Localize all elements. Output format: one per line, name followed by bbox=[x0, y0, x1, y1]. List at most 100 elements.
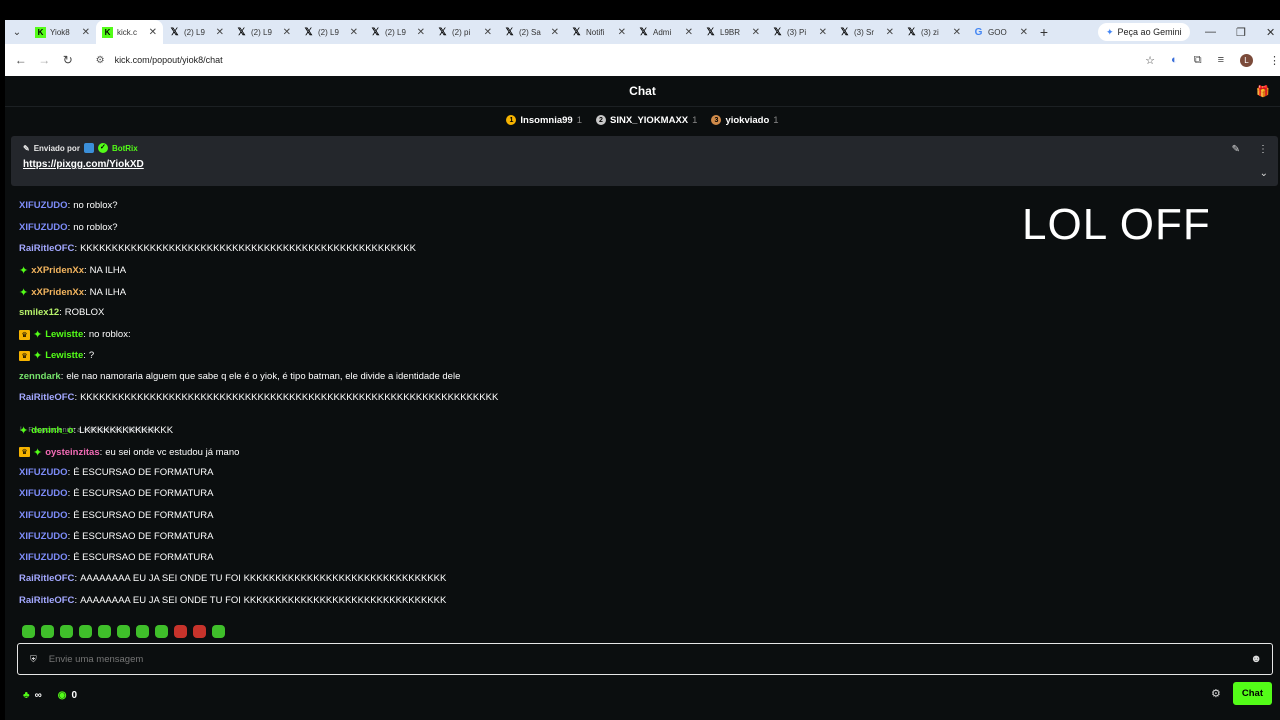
leaderboard-entry[interactable]: 2 SINX_YIOKMAXX 1 bbox=[596, 115, 697, 126]
settings-gear-icon[interactable]: ⚙ bbox=[1211, 687, 1221, 700]
browser-tab[interactable]: 𝕏 L9BR ✕ bbox=[699, 20, 766, 44]
message-text: É ESCURSAO DE FORMATURA bbox=[73, 530, 214, 542]
message-username[interactable]: zenndark bbox=[19, 371, 61, 382]
browser-tab[interactable]: 𝕏 (2) L9 ✕ bbox=[297, 20, 364, 44]
tab-close-icon[interactable]: ✕ bbox=[618, 27, 626, 38]
restore-icon[interactable]: ❐ bbox=[1236, 20, 1246, 44]
message-input-box[interactable]: ⛨ ☻ bbox=[17, 643, 1273, 675]
viewer-count[interactable]: ♣ ∞ bbox=[23, 690, 42, 701]
close-window-icon[interactable]: ✕ bbox=[1266, 20, 1275, 44]
emote-icon[interactable] bbox=[41, 625, 54, 638]
bookmark-star-icon[interactable]: ☆ bbox=[1145, 54, 1155, 67]
leaderboard-entry[interactable]: 3 yiokviado 1 bbox=[711, 115, 779, 126]
profile-avatar[interactable]: L bbox=[1239, 53, 1253, 67]
tab-close-icon[interactable]: ✕ bbox=[350, 27, 358, 38]
unpin-icon[interactable]: ✎ bbox=[1232, 144, 1240, 155]
browser-tab[interactable]: 𝕏 (2) Sa ✕ bbox=[498, 20, 565, 44]
message-username[interactable]: xXPridenXx bbox=[31, 287, 84, 298]
message-username[interactable]: deninh_o bbox=[31, 425, 73, 436]
tab-close-icon[interactable]: ✕ bbox=[551, 27, 559, 38]
browser-tab[interactable]: 𝕏 (3) Sr ✕ bbox=[833, 20, 900, 44]
message-username[interactable]: RaiRitleOFC bbox=[19, 392, 74, 403]
expand-chevron-icon[interactable]: ⌄ bbox=[1260, 168, 1268, 179]
message-username[interactable]: RaiRitleOFC bbox=[19, 243, 74, 254]
emote-icon[interactable] bbox=[174, 625, 187, 638]
og-badge-icon: ✦ bbox=[33, 446, 43, 459]
reload-icon[interactable]: ↻ bbox=[56, 53, 80, 67]
emote-icon[interactable] bbox=[155, 625, 168, 638]
tab-close-icon[interactable]: ✕ bbox=[752, 27, 760, 38]
message-username[interactable]: XIFUZUDO bbox=[19, 200, 68, 211]
browser-tab[interactable]: K Yiok8 ✕ bbox=[29, 20, 96, 44]
tab-close-icon[interactable]: ✕ bbox=[1020, 27, 1028, 38]
chat-rules-shield-icon[interactable]: ⛨ bbox=[30, 654, 37, 665]
gift-icon[interactable]: 🎁 bbox=[1256, 85, 1270, 98]
tab-close-icon[interactable]: ✕ bbox=[685, 27, 693, 38]
pinned-link[interactable]: https://pixgg.com/YiokXD bbox=[23, 159, 1266, 170]
forward-arrow-icon[interactable]: → bbox=[33, 53, 57, 67]
minimize-icon[interactable]: — bbox=[1205, 20, 1216, 44]
message-username[interactable]: RaiRitleOFC bbox=[19, 573, 74, 584]
emote-icon[interactable] bbox=[60, 625, 73, 638]
tab-close-icon[interactable]: ✕ bbox=[484, 27, 492, 38]
browser-tab[interactable]: 𝕏 (2) L9 ✕ bbox=[163, 20, 230, 44]
tab-close-icon[interactable]: ✕ bbox=[82, 27, 90, 38]
extensions-puzzle-icon[interactable]: ⧉ bbox=[1194, 54, 1202, 67]
message-username[interactable]: XIFUZUDO bbox=[19, 510, 68, 521]
send-chat-button[interactable]: Chat bbox=[1232, 682, 1272, 705]
message-username[interactable]: XIFUZUDO bbox=[19, 531, 68, 542]
emote-icon[interactable] bbox=[117, 625, 130, 638]
emote-icon[interactable] bbox=[193, 625, 206, 638]
message-username[interactable]: XIFUZUDO bbox=[19, 222, 68, 233]
tab-close-icon[interactable]: ✕ bbox=[283, 27, 291, 38]
leaderboard-entry[interactable]: 1 Insomnia99 1 bbox=[506, 115, 582, 126]
message-username[interactable]: XIFUZUDO bbox=[19, 188, 68, 190]
message-username[interactable]: xXPridenXx bbox=[31, 265, 84, 276]
message-username[interactable]: Lewistte bbox=[45, 350, 83, 361]
back-arrow-icon[interactable]: ← bbox=[9, 53, 33, 67]
message-username[interactable]: XIFUZUDO bbox=[19, 552, 68, 563]
message-username[interactable]: XIFUZUDO bbox=[19, 467, 68, 478]
media-control-icon[interactable]: ≡ bbox=[1218, 54, 1224, 66]
browser-tab[interactable]: G GOO ✕ bbox=[967, 20, 1034, 44]
tab-close-icon[interactable]: ✕ bbox=[953, 27, 961, 38]
emoji-picker-icon[interactable]: ☻ bbox=[1250, 653, 1262, 665]
browser-tab[interactable]: 𝕏 (2) L9 ✕ bbox=[364, 20, 431, 44]
tab-search-chevron-icon[interactable]: ⌄ bbox=[5, 20, 29, 44]
tab-close-icon[interactable]: ✕ bbox=[417, 27, 425, 38]
message-username[interactable]: Lewistte bbox=[45, 329, 83, 340]
message-username[interactable]: XIFUZUDO bbox=[19, 488, 68, 499]
message-username[interactable]: RaiRitleOFC bbox=[19, 595, 74, 606]
menu-kebab-icon[interactable]: ⋮ bbox=[1269, 54, 1280, 67]
chat-message: XIFUZUDO: É ESCURSAO DE FORMATURA bbox=[19, 509, 214, 521]
browser-tab[interactable]: 𝕏 (3) zi ✕ bbox=[900, 20, 967, 44]
extension-icon[interactable]: ◐ bbox=[1171, 54, 1178, 66]
message-username[interactable]: oysteinzitas bbox=[45, 447, 99, 458]
browser-tab[interactable]: Kkick.c ✕ bbox=[96, 20, 163, 44]
ask-gemini-button[interactable]: ✦ Peça ao Gemini bbox=[1098, 23, 1190, 41]
google-logo-icon: G bbox=[974, 26, 983, 38]
emote-icon[interactable] bbox=[136, 625, 149, 638]
pinned-author[interactable]: BotRix bbox=[112, 144, 138, 153]
new-tab-button[interactable]: + bbox=[1034, 24, 1054, 40]
pinned-options-icon[interactable]: ⋮ bbox=[1258, 144, 1268, 155]
emote-icon[interactable] bbox=[212, 625, 225, 638]
tab-close-icon[interactable]: ✕ bbox=[819, 27, 827, 38]
tab-close-icon[interactable]: ✕ bbox=[216, 27, 224, 38]
message-input[interactable] bbox=[48, 653, 1199, 665]
channel-points[interactable]: ◉ 0 bbox=[58, 690, 77, 701]
site-info-icon[interactable]: ⚙ bbox=[96, 55, 105, 66]
message-username[interactable]: smilex12 bbox=[19, 307, 59, 318]
emote-icon[interactable] bbox=[98, 625, 111, 638]
chat-message: ♛ ✦ oysteinzitas: eu sei onde vc estudou já… bbox=[19, 446, 239, 459]
tab-close-icon[interactable]: ✕ bbox=[886, 27, 894, 38]
browser-tab[interactable]: 𝕏 (3) Pi ✕ bbox=[766, 20, 833, 44]
browser-tab[interactable]: 𝕏 (2) L9 ✕ bbox=[230, 20, 297, 44]
browser-tab[interactable]: 𝕏 Notifi ✕ bbox=[565, 20, 632, 44]
emote-icon[interactable] bbox=[22, 625, 35, 638]
emote-icon[interactable] bbox=[79, 625, 92, 638]
tab-close-icon[interactable]: ✕ bbox=[149, 27, 157, 38]
address-bar[interactable]: ⚙ kick.com/popout/yiok8/chat bbox=[88, 48, 1128, 72]
browser-tab[interactable]: 𝕏 Admi ✕ bbox=[632, 20, 699, 44]
browser-tab[interactable]: 𝕏 (2) pi ✕ bbox=[431, 20, 498, 44]
